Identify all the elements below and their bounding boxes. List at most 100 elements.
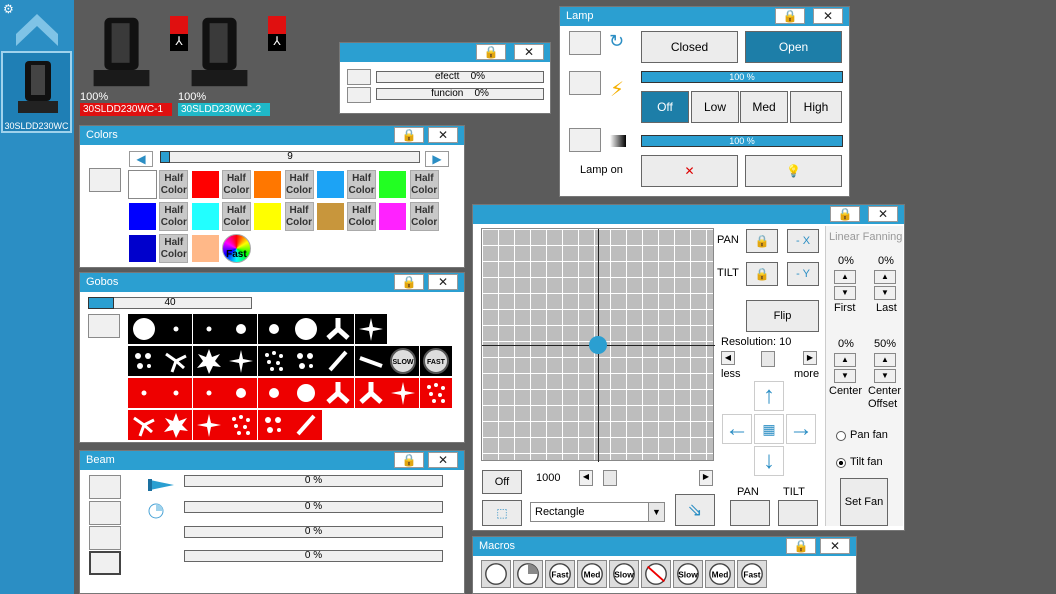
next-arrow-icon[interactable]: ▶ [425,151,449,167]
gobo-big-icon[interactable] [128,314,160,344]
off-button[interactable]: Off [482,470,522,494]
color-swatch[interactable] [315,202,345,231]
beam-bar-1[interactable]: 0 % [184,475,443,487]
high-button[interactable]: High [790,91,842,123]
gobo-dots-icon[interactable] [257,410,290,440]
gobo-swirl-icon[interactable] [128,410,160,440]
macro-button-7[interactable]: Slow [673,560,703,588]
beam-bar-3[interactable]: 0 % [184,526,443,538]
arrow-down-icon[interactable]: ↓ [754,446,784,476]
select-area-icon[interactable]: ⬚ [482,500,522,526]
half-color-button[interactable]: Half Color [221,202,251,231]
off-button[interactable]: Off [641,91,689,123]
gobo-fast-icon[interactable]: FAST [419,346,452,376]
lock-icon[interactable]: 🔒 [394,127,424,143]
gobo-bigdot-icon[interactable] [290,378,322,408]
half-color-button[interactable]: Half Color [409,202,439,231]
lock-icon[interactable]: 🔒 [394,274,424,290]
lock-icon[interactable]: 🔒 [830,206,860,222]
first-up-icon[interactable]: ▲ [834,270,856,284]
color-swatch[interactable] [190,234,220,263]
gobo-burst-icon[interactable] [160,410,193,440]
arrow-left-icon[interactable]: ← [722,414,752,444]
macro-button-8[interactable]: Med [705,560,735,588]
beam-button-3[interactable] [89,526,121,550]
gear-icon[interactable]: ⚙ [3,2,14,16]
beam-bar-4[interactable]: 0 % [184,550,443,562]
last-up-icon[interactable]: ▲ [874,270,896,284]
half-color-button[interactable]: Half Color [347,170,377,199]
colors-reset-button[interactable] [89,168,121,192]
dimmer-bar[interactable]: 100 % [641,135,843,147]
gobo-sm-icon[interactable] [128,378,160,408]
dimmer-button[interactable] [569,128,601,152]
low-button[interactable]: Low [691,91,739,123]
gobo-burst-icon[interactable] [192,346,225,376]
close-icon[interactable]: ✕ [868,206,898,222]
speed-left-arrow-icon[interactable]: ◀ [579,470,593,486]
effect-button[interactable] [347,69,371,85]
close-icon[interactable]: ✕ [428,127,458,143]
close-icon[interactable]: ✕ [820,538,850,554]
tilt-bottom-button[interactable] [778,500,818,526]
tilt-fan-radio[interactable] [836,458,846,468]
pan-fan-radio[interactable] [836,431,846,441]
macro-button-5[interactable]: Slow [609,560,639,588]
close-icon[interactable]: ✕ [813,8,843,24]
resolution-slider-thumb[interactable] [761,351,775,367]
tilt-lock-icon[interactable]: 🔒 [746,262,778,286]
pantilt-grid[interactable] [481,228,715,462]
gobo-line-icon[interactable] [322,346,355,376]
color-swatch[interactable] [315,170,345,199]
center-up-icon[interactable]: ▲ [834,353,856,367]
gobo-swirl-icon[interactable] [160,346,193,376]
color-swatch[interactable] [128,170,157,199]
color-swatch[interactable] [253,202,283,231]
gobo-slow-icon[interactable]: SLOW [387,346,420,376]
macro-button-1[interactable] [481,560,511,588]
gobo-reset-button[interactable] [88,314,120,338]
resolution-left-arrow-icon[interactable]: ◀ [721,351,735,365]
prev-arrow-icon[interactable]: ◀ [129,151,153,167]
flip-button[interactable]: Flip [746,300,819,332]
fast-color-wheel-icon[interactable]: Fast [221,234,251,263]
gobo-sm-icon[interactable] [192,378,225,408]
gobo-tri-icon[interactable] [322,378,355,408]
pantilt-handle[interactable] [589,336,607,354]
beam-button-4[interactable] [89,551,121,575]
pan-lock-icon[interactable]: 🔒 [746,229,778,253]
gobo-tri-icon[interactable] [322,314,355,344]
arrow-right-icon[interactable]: → [786,414,816,444]
shape-select[interactable]: Rectangle ▼ [530,502,665,522]
gobo-scatter-icon[interactable] [419,378,452,408]
color-swatch[interactable] [378,170,408,199]
function-button[interactable] [347,87,371,103]
half-color-button[interactable]: Half Color [284,202,314,231]
minus-y-button[interactable]: - Y [787,262,819,286]
strobe-bar[interactable]: 100 % [641,71,843,83]
gobo-star-icon[interactable] [192,410,225,440]
lock-icon[interactable]: 🔒 [786,538,816,554]
gobo-big-icon[interactable] [290,314,322,344]
chevron-up-icon[interactable] [14,12,60,48]
color-swatch[interactable] [190,170,220,199]
close-icon[interactable]: ✕ [514,44,544,60]
fixture-2[interactable]: ⅄ 100% 30SLDD230WC-2 [178,16,286,116]
speed-right-arrow-icon[interactable]: ▶ [699,470,713,486]
minus-x-button[interactable]: - X [787,229,819,253]
lock-icon[interactable]: 🔒 [476,44,506,60]
gobo-scatter-icon[interactable] [257,346,290,376]
half-color-button[interactable]: Half Color [221,170,251,199]
selected-fixture[interactable]: 30SLDD230WC [1,51,72,133]
gobo-md-icon[interactable] [257,378,290,408]
offset-down-icon[interactable]: ▼ [874,369,896,383]
center-grid-icon[interactable]: ▦ [754,414,784,444]
open-button[interactable]: Open [745,31,842,63]
colors-slider[interactable]: 9 [160,151,420,163]
closed-button[interactable]: Closed [641,31,738,63]
gobo-star-icon[interactable] [387,378,420,408]
macro-button-3[interactable]: Fast [545,560,575,588]
half-color-button[interactable]: Half Color [159,202,189,231]
gobo-scatter-icon[interactable] [225,410,258,440]
offset-up-icon[interactable]: ▲ [874,353,896,367]
